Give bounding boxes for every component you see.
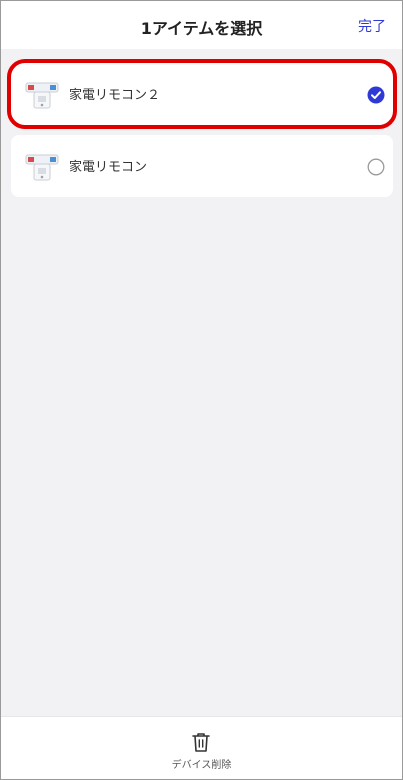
unchecked-circle-icon[interactable] — [367, 158, 385, 176]
device-card-remote-2[interactable]: 家電リモコン２ — [7, 59, 397, 129]
device-name: 家電リモコン — [69, 160, 148, 175]
top-bar: 1アイテムを選択 完了 — [1, 1, 402, 49]
remote-device-icon — [25, 154, 59, 181]
remote-device-icon — [25, 82, 59, 109]
checked-circle-icon[interactable] — [367, 86, 385, 104]
bottom-toolbar: デバイス削除 — [1, 716, 402, 779]
trash-icon[interactable] — [190, 731, 212, 753]
device-card-remote[interactable]: 家電リモコン — [11, 135, 393, 197]
page-title: 1アイテムを選択 — [140, 19, 263, 38]
device-name: 家電リモコン２ — [69, 88, 161, 103]
done-button[interactable]: 完了 — [358, 16, 386, 36]
delete-device-button[interactable]: デバイス削除 — [1, 756, 402, 771]
screen: 1アイテムを選択 完了 家電リモコン２ 家電リモコン デバイス削除 — [0, 0, 403, 780]
